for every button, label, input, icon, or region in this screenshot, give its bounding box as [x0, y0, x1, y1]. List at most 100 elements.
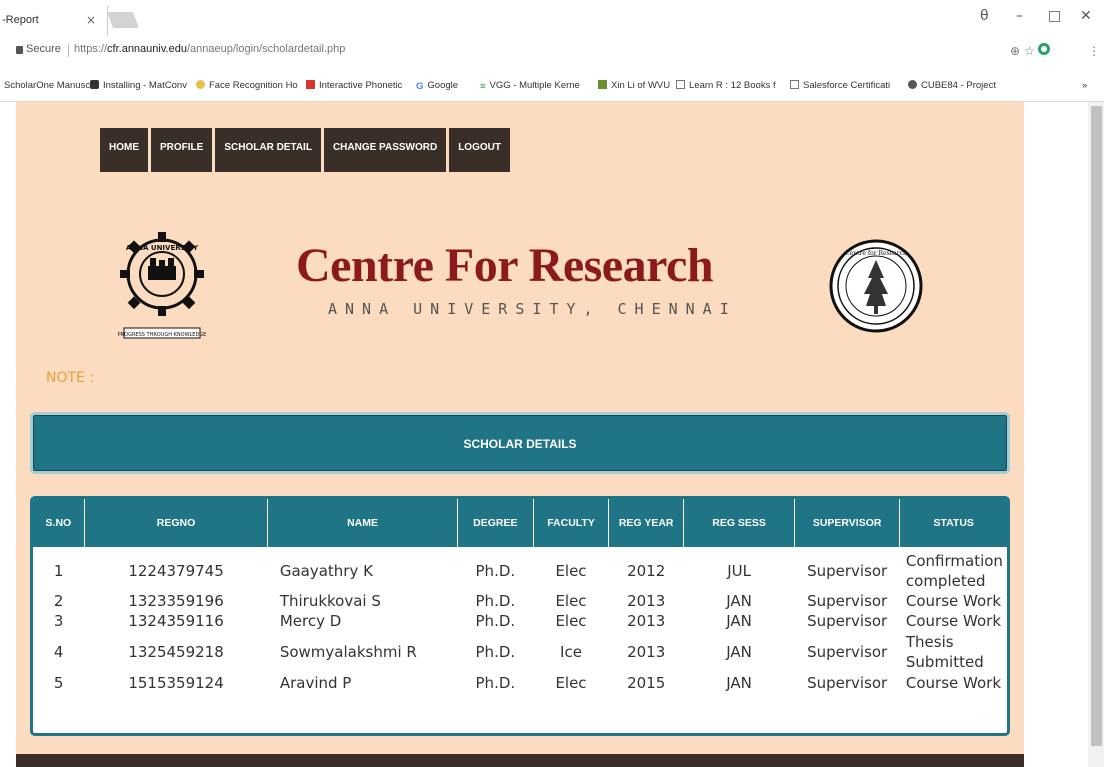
- cell-name: Gaayathry K: [279, 561, 373, 580]
- cell-regno: 1224379745: [128, 561, 224, 580]
- cell-name: Sowmyalakshmi R: [279, 642, 417, 661]
- cell-supervisor: Supervisor: [807, 673, 888, 692]
- nav-home[interactable]: HOME: [100, 128, 148, 172]
- zoom-icon[interactable]: ⊕: [1010, 44, 1020, 58]
- centre-for-research-seal: Centre for Research: [829, 239, 923, 333]
- cell-degree: Ph.D.: [475, 611, 516, 630]
- address-separator: [68, 44, 69, 57]
- close-window-button[interactable]: ✕: [1080, 8, 1092, 24]
- cell-reg-year: 2015: [627, 673, 666, 692]
- table-header-row: S.NO REGNO NAME DEGREE FACULTY REG YEAR …: [33, 499, 1007, 547]
- bookmark-item[interactable]: Installing - MatConv: [90, 80, 187, 91]
- col-header-status: STATUS: [899, 499, 1007, 547]
- cell-reg-sess: JAN: [726, 611, 752, 630]
- profile-icon[interactable]: θ: [980, 8, 989, 24]
- bookmark-star-icon[interactable]: ☆: [1024, 44, 1035, 58]
- anna-university-logo: PROGRESS THROUGH KNOWLEDGE ANNA UNIVERSI…: [118, 232, 207, 339]
- cell-regno: 1323359196: [128, 591, 224, 610]
- cell-reg-sess: JAN: [726, 673, 752, 692]
- svg-text:Centre for Research: Centre for Research: [845, 250, 907, 257]
- cell-supervisor: Supervisor: [807, 561, 888, 580]
- browser-tab[interactable]: -Report ×: [0, 6, 108, 36]
- svg-text:ANNA UNIVERSITY: ANNA UNIVERSITY: [126, 244, 199, 252]
- menu-dots-icon[interactable]: ⋮: [1088, 44, 1100, 58]
- bookmarks-bar: ScholarOne Manuscr Installing - MatConv …: [0, 68, 1104, 102]
- col-header-degree: DEGREE: [457, 499, 534, 547]
- bookmark-item[interactable]: ≡ VGG - Multiple Kerne: [480, 80, 580, 92]
- cell-reg-sess: JUL: [727, 561, 751, 580]
- nav-profile[interactable]: PROFILE: [151, 128, 213, 172]
- table-row: 3 1324359116 Mercy D Ph.D. Elec 2013 JAN…: [33, 611, 1007, 631]
- panel-title: SCHOLAR DETAILS: [463, 437, 577, 451]
- address-row: Secure https://cfr.annauniv.edu/annaeup/…: [0, 36, 1104, 68]
- scholar-table: S.NO REGNO NAME DEGREE FACULTY REG YEAR …: [30, 496, 1010, 736]
- maximize-button[interactable]: □: [1048, 8, 1061, 24]
- cell-reg-year: 2013: [627, 642, 666, 661]
- cell-faculty: Elec: [555, 561, 587, 580]
- table-row: 2 1323359196 Thirukkovai S Ph.D. Elec 20…: [33, 591, 1007, 611]
- cell-regno: 1325459218: [128, 642, 224, 661]
- url-prefix: https://: [74, 43, 108, 55]
- cell-supervisor: Supervisor: [807, 611, 888, 630]
- extension-icon[interactable]: [1038, 43, 1050, 55]
- url-path: /annaeup/login/scholardetail.php: [186, 43, 346, 55]
- browser-titlebar: -Report × θ – □ ✕: [0, 0, 1104, 36]
- cell-sno: 4: [53, 642, 64, 661]
- cell-status: Course Work: [905, 592, 1002, 610]
- col-header-name: NAME: [267, 499, 458, 547]
- cell-name: Thirukkovai S: [279, 591, 381, 610]
- bookmark-item[interactable]: Learn R : 12 Books f: [676, 80, 776, 91]
- cell-sno: 5: [53, 673, 64, 692]
- cell-degree: Ph.D.: [475, 673, 516, 692]
- scrollbar-thumb[interactable]: [1091, 106, 1102, 746]
- cell-name: Aravind P: [279, 673, 352, 692]
- bookmark-item[interactable]: ScholarOne Manuscr: [4, 80, 93, 91]
- nav-scholar-detail[interactable]: SCHOLAR DETAIL: [215, 128, 321, 172]
- cell-reg-sess: JAN: [726, 642, 752, 661]
- bookmark-item[interactable]: G Google: [416, 80, 458, 92]
- cell-status: Confirmation completed: [905, 552, 1003, 590]
- col-header-regno: REGNO: [84, 499, 269, 547]
- cell-sno: 2: [53, 591, 64, 610]
- table-row: 1 1224379745 Gaayathry K Ph.D. Elec 2012…: [33, 547, 1007, 591]
- cell-faculty: Elec: [555, 591, 587, 610]
- cell-reg-year: 2012: [627, 561, 666, 580]
- secure-label: Secure: [26, 43, 61, 55]
- url-text[interactable]: https://cfr.annauniv.edu/annaeup/login/s…: [74, 43, 345, 55]
- cell-status: Course Work: [905, 674, 1002, 692]
- cell-status: Course Work: [905, 612, 1002, 630]
- site-subtitle: ANNA UNIVERSITY, CHENNAI: [328, 300, 737, 318]
- lock-icon: [16, 46, 23, 54]
- svg-text:PROGRESS THROUGH KNOWLEDGE: PROGRESS THROUGH KNOWLEDGE: [118, 332, 207, 338]
- table-row: 5 1515359124 Aravind P Ph.D. Elec 2015 J…: [33, 673, 1007, 693]
- cell-sno: 3: [53, 611, 64, 630]
- bookmark-item[interactable]: Xin Li of WVU: [598, 80, 670, 91]
- minimize-button[interactable]: –: [1016, 8, 1023, 24]
- bookmark-item[interactable]: CUBE84 - Project: [908, 80, 996, 91]
- bookmarks-overflow-icon[interactable]: »: [1082, 80, 1087, 91]
- bookmark-item[interactable]: Face Recognition Ho: [196, 80, 298, 91]
- bookmark-item[interactable]: Salesforce Certificati: [790, 80, 890, 91]
- col-header-reg-year: REG YEAR: [608, 499, 685, 547]
- cell-faculty: Elec: [555, 611, 587, 630]
- cell-status: Thesis Submitted: [905, 633, 984, 671]
- cell-regno: 1324359116: [128, 611, 224, 630]
- bookmark-item[interactable]: Interactive Phonetic: [306, 80, 402, 91]
- table-row: 4 1325459218 Sowmyalakshmi R Ph.D. Ice 2…: [33, 631, 1007, 673]
- cell-degree: Ph.D.: [475, 642, 516, 661]
- url-host: cfr.annauniv.edu: [107, 43, 187, 55]
- main-nav: HOME PROFILE SCHOLAR DETAIL CHANGE PASSW…: [100, 128, 513, 172]
- cell-sno: 1: [53, 561, 64, 580]
- cell-degree: Ph.D.: [475, 591, 516, 610]
- address-bar[interactable]: Secure https://cfr.annauniv.edu/annaeup/…: [16, 39, 1056, 63]
- note-label: NOTE :: [46, 370, 95, 386]
- nav-logout[interactable]: LOGOUT: [449, 128, 510, 172]
- site-header: PROGRESS THROUGH KNOWLEDGE ANNA UNIVERSI…: [16, 212, 1024, 352]
- cell-degree: Ph.D.: [475, 561, 516, 580]
- cell-reg-year: 2013: [627, 591, 666, 610]
- tab-close-icon[interactable]: ×: [86, 13, 96, 27]
- nav-change-password[interactable]: CHANGE PASSWORD: [323, 128, 447, 172]
- cell-name: Mercy D: [279, 611, 342, 630]
- col-header-reg-sess: REG SESS: [683, 499, 795, 547]
- new-tab-button[interactable]: [107, 12, 139, 28]
